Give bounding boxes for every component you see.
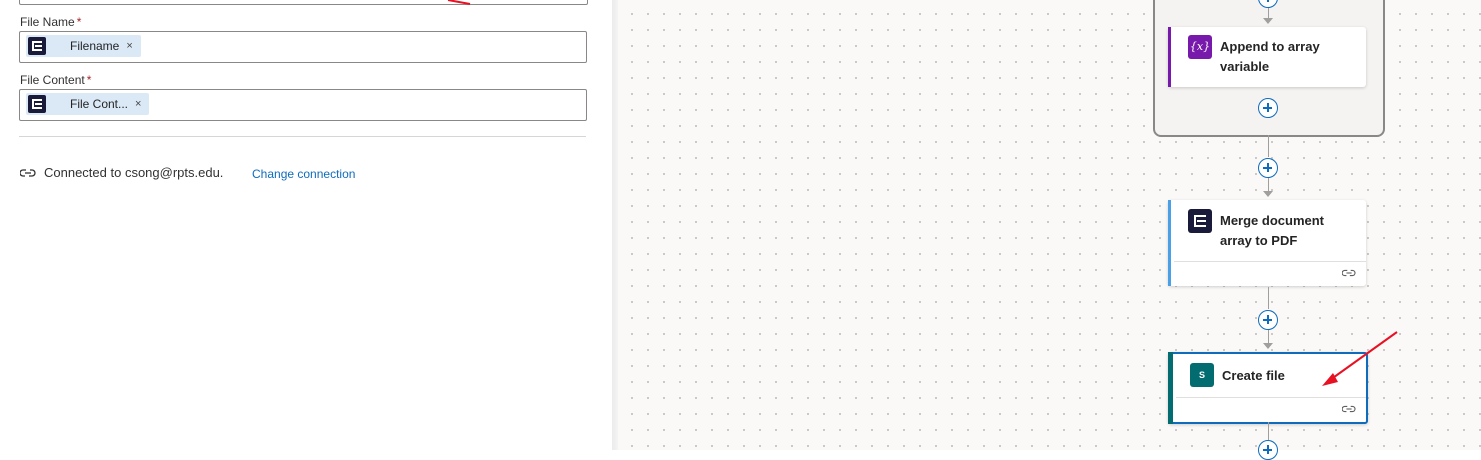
connection-text: Connected to csong@rpts.edu. (44, 165, 224, 180)
add-action-button[interactable] (1258, 440, 1278, 460)
action-card-append-variable[interactable]: {x} Append to array variable (1168, 27, 1366, 87)
card-title: Merge document array to PDF (1220, 213, 1325, 248)
connector-line (1268, 330, 1269, 344)
action-card-create-file[interactable]: S Create file (1168, 352, 1368, 424)
connector-arrow (1263, 191, 1273, 197)
connector-arrow (1263, 343, 1273, 349)
required-mark: * (76, 15, 82, 29)
connector-line (1268, 135, 1269, 157)
remove-token-icon[interactable]: × (126, 40, 132, 52)
remove-token-icon[interactable]: × (135, 98, 141, 110)
card-title: Create file (1222, 368, 1285, 383)
encodian-icon (1188, 209, 1212, 233)
card-accent (1168, 200, 1171, 286)
add-action-button[interactable] (1258, 158, 1278, 178)
card-title: Append to array variable (1220, 39, 1320, 74)
card-accent (1168, 27, 1171, 87)
file-name-field[interactable]: Filename × (19, 31, 587, 63)
connection-status: Connected to csong@rpts.edu. (20, 165, 223, 180)
variable-icon: {x} (1188, 35, 1212, 59)
encodian-icon (28, 37, 46, 55)
connector-line (1268, 178, 1269, 192)
divider (19, 136, 586, 137)
file-content-label: File Content * (20, 73, 92, 87)
link-icon (1342, 405, 1356, 413)
action-card-merge-pdf[interactable]: Merge document array to PDF (1168, 200, 1366, 286)
encodian-icon (28, 95, 46, 113)
sharepoint-icon: S (1190, 363, 1214, 387)
connector-line (1268, 287, 1269, 309)
link-icon (1342, 269, 1356, 277)
card-footer (1174, 261, 1366, 286)
add-action-button[interactable] (1258, 310, 1278, 330)
file-name-label: File Name * (20, 15, 82, 29)
required-mark: * (86, 73, 92, 87)
card-accent (1168, 352, 1173, 424)
properties-pane: File Name * Filename × File Content * File… (0, 0, 615, 450)
flow-canvas[interactable]: {x} Append to array variable Merge docum… (618, 0, 1481, 460)
file-content-field[interactable]: File Cont... × (19, 89, 587, 121)
connector-arrow (1263, 18, 1273, 24)
token-label: Filename (70, 39, 120, 53)
card-footer (1176, 397, 1366, 422)
previous-field[interactable] (19, 0, 588, 5)
add-action-button[interactable] (1258, 98, 1278, 118)
change-connection-link[interactable]: Change connection (252, 167, 355, 181)
filename-token[interactable]: Filename × (26, 35, 141, 57)
file-content-token[interactable]: File Cont... × (26, 93, 150, 115)
link-icon (20, 168, 36, 177)
token-label: File Cont... (70, 97, 129, 111)
